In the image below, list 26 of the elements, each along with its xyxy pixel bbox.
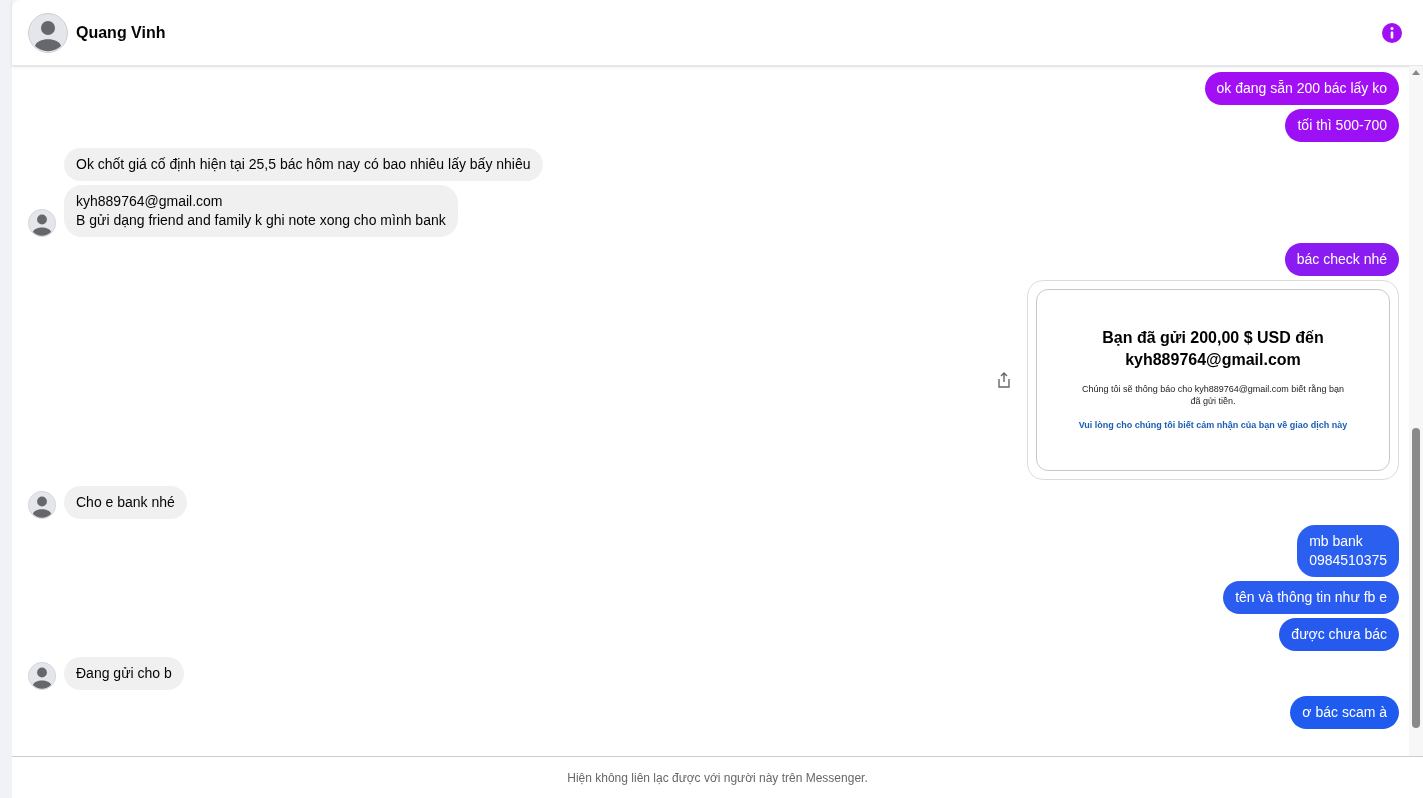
received-message: Đang gửi cho b (64, 657, 184, 690)
screenshot-card[interactable]: Bạn đã gửi 200,00 $ USD đến kyh889764@gmail.com Chúng tôi sẽ thông báo cho kyh889764@gmail.com biết rằng bạn đã gửi tiền. Vui lòng cho chúng tôi biết cảm nhận của bạn về giao dịch này (1027, 280, 1399, 480)
share-icon[interactable] (997, 372, 1011, 388)
avatar-icon (28, 12, 68, 53)
avatar-icon (28, 491, 56, 519)
sent-message: tên và thông tin như fb e (1223, 581, 1399, 614)
sent-message: mb bank 0984510375 (1297, 525, 1399, 577)
info-icon[interactable] (1381, 21, 1403, 44)
scroll-up-icon[interactable] (1412, 70, 1420, 75)
payment-note: Chúng tôi sẽ thông báo cho kyh889764@gmail.com biết rằng bạn đã gửi tiền. (1081, 383, 1345, 408)
scrollbar[interactable] (1409, 66, 1423, 756)
contact-name[interactable]: Quang Vinh (76, 20, 166, 45)
avatar-icon (28, 209, 56, 237)
scroll-thumb[interactable] (1412, 428, 1420, 728)
sent-message: bác check nhé (1284, 243, 1399, 276)
sent-message: ơ bác scam à (1290, 696, 1399, 729)
received-message: Ok chốt giá cố định hiện tại 25,5 bác hôm nay có bao nhiêu lấy bấy nhiêu (64, 148, 543, 181)
sent-message: được chưa bác (1279, 618, 1399, 651)
payment-title: Bạn đã gửi 200,00 $ USD đến kyh889764@gmail.com (1101, 328, 1325, 371)
feedback-link[interactable]: Vui lòng cho chúng tôi biết cảm nhận của bạn về giao dịch này (1078, 419, 1348, 433)
avatar-icon (28, 662, 56, 690)
status-note: Hiện không liên lạc được với người này trên Messenger. (567, 769, 868, 787)
sent-message: tối thì 500-700 (1285, 109, 1399, 142)
received-message: Cho e bank nhé (64, 486, 187, 519)
sent-message: ok đang sẵn 200 bác lấy ko (1204, 72, 1399, 105)
received-message: kyh889764@gmail.com B gửi dạng friend and family k ghi note xong cho mình bank (64, 185, 458, 237)
